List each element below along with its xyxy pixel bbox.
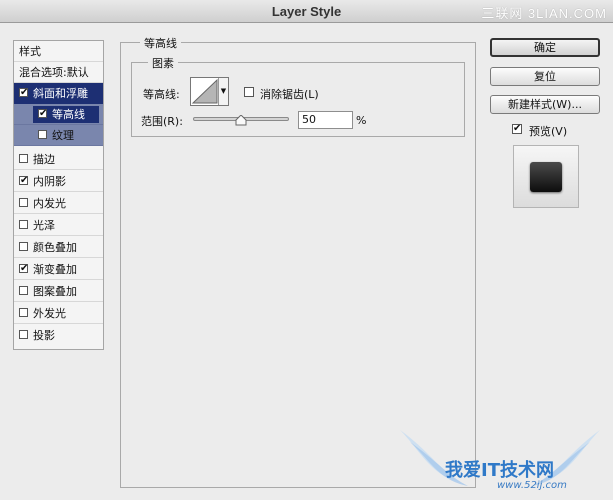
new-style-button[interactable]: 新建样式(W)...	[490, 95, 600, 114]
style-item-inner-glow[interactable]: 内发光	[14, 193, 103, 214]
watermark-top: 三联网 3LIAN.COM	[481, 6, 607, 21]
preview-label[interactable]: 预览(V)	[529, 123, 567, 139]
contour-label: 等高线:	[143, 88, 180, 101]
antialias-label[interactable]: 消除锯齿(L)	[260, 86, 319, 102]
reset-button[interactable]: 复位	[490, 67, 600, 86]
satin-checkbox[interactable]	[19, 220, 28, 229]
styles-list: 样式 混合选项:默认 ✔ 斜面和浮雕 ✔ 等高线 纹理 描边 ✔ 内阴影 内发光…	[13, 40, 104, 350]
group-title: 图素	[148, 55, 178, 71]
style-item-color-overlay[interactable]: 颜色叠加	[14, 237, 103, 258]
outer-glow-checkbox[interactable]	[19, 308, 28, 317]
watermark-text: 我爱IT技术网	[445, 460, 554, 481]
contour-curve-icon	[191, 78, 218, 104]
preview-swatch	[530, 162, 562, 192]
style-item-inner-shadow[interactable]: ✔ 内阴影	[14, 171, 103, 192]
contour-picker[interactable]: ▼	[190, 77, 229, 106]
title-bar: Layer Style 三联网 3LIAN.COM	[0, 0, 613, 23]
drop-shadow-checkbox[interactable]	[19, 330, 28, 339]
preview-checkbox[interactable]: ✔	[512, 124, 522, 134]
chevron-down-icon[interactable]: ▼	[218, 78, 228, 105]
style-item-outer-glow[interactable]: 外发光	[14, 303, 103, 324]
texture-checkbox[interactable]	[38, 130, 47, 139]
inner-shadow-checkbox[interactable]: ✔	[19, 176, 28, 186]
pattern-overlay-checkbox[interactable]	[19, 286, 28, 295]
contour-checkbox[interactable]: ✔	[38, 109, 47, 119]
bevel-emboss-checkbox[interactable]: ✔	[19, 88, 28, 98]
watermark-url: www.52ij.com	[497, 480, 567, 491]
style-item-bevel-emboss[interactable]: ✔ 斜面和浮雕	[14, 83, 103, 104]
gradient-overlay-checkbox[interactable]: ✔	[19, 264, 28, 274]
style-item-stroke[interactable]: 描边	[14, 149, 103, 170]
style-item-satin[interactable]: 光泽	[14, 215, 103, 236]
style-item-contour[interactable]: ✔ 等高线	[14, 104, 103, 125]
styles-header[interactable]: 样式	[14, 41, 103, 62]
antialias-checkbox[interactable]	[244, 87, 254, 97]
inner-glow-checkbox[interactable]	[19, 198, 28, 207]
stroke-checkbox[interactable]	[19, 154, 28, 163]
color-overlay-checkbox[interactable]	[19, 242, 28, 251]
style-item-texture[interactable]: 纹理	[14, 125, 103, 146]
style-preview	[513, 145, 579, 208]
style-item-pattern-overlay[interactable]: 图案叠加	[14, 281, 103, 302]
range-input[interactable]: 50	[298, 111, 353, 129]
range-slider-thumb[interactable]	[235, 115, 247, 126]
ok-button[interactable]: 确定	[490, 38, 600, 57]
panel-title: 等高线	[140, 35, 181, 51]
range-unit: %	[356, 114, 367, 127]
style-item-drop-shadow[interactable]: 投影	[14, 325, 103, 346]
style-item-gradient-overlay[interactable]: ✔ 渐变叠加	[14, 259, 103, 280]
blend-options-item[interactable]: 混合选项:默认	[14, 62, 103, 83]
range-label: 范围(R):	[141, 115, 183, 128]
